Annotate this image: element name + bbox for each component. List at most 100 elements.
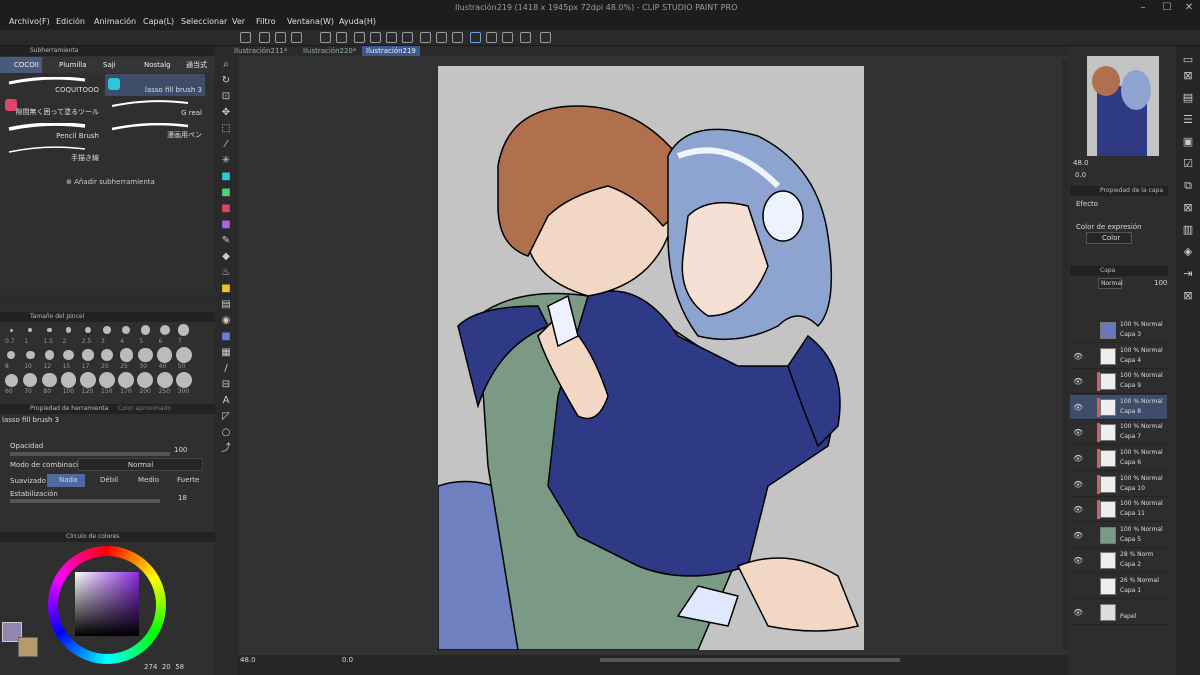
ruler-tool-icon[interactable]: ∕	[219, 362, 233, 376]
canvas-area[interactable]	[238, 56, 1068, 656]
menu-seleccionar[interactable]: Seleccionar	[181, 17, 227, 26]
sub-color-swatch[interactable]	[18, 637, 38, 657]
move-tool-icon[interactable]: ✥	[219, 106, 233, 120]
layer-row[interactable]: 👁 100 % Normal Capa 11	[1070, 497, 1167, 523]
eye-icon[interactable]: 👁	[1073, 608, 1083, 617]
brush-size-dot[interactable]	[159, 324, 170, 336]
brush-size-dot[interactable]	[103, 326, 111, 334]
eye-icon[interactable]: 👁	[1073, 556, 1083, 565]
document-icon[interactable]: ▤	[1180, 90, 1196, 106]
brush-tool-icon[interactable]: ✎	[219, 234, 233, 248]
menu-capa[interactable]: Capa(L)	[143, 17, 174, 26]
add-subtool-button[interactable]: ⊕ Añadir subherramienta	[66, 178, 155, 186]
fill-lasso-tool-icon[interactable]: ■	[219, 330, 233, 344]
layer-row[interactable]: 👁 100 % Normal Capa 5	[1070, 523, 1167, 548]
redo-icon[interactable]	[336, 32, 347, 43]
fill-icon[interactable]	[386, 32, 397, 43]
layer-search-icon[interactable]: ☑	[1180, 156, 1196, 172]
brush-pencil[interactable]: Pencil Brush	[2, 120, 102, 142]
menu-filtro[interactable]: Filtro	[256, 17, 276, 26]
smooth-nada-radio[interactable]: Nada	[47, 474, 85, 487]
assets-icon[interactable]: ◈	[1180, 244, 1196, 260]
layer-row[interactable]: 👁 100 % Normal Capa 10	[1070, 472, 1167, 497]
brush-g-real[interactable]: G real	[105, 97, 205, 119]
tablet-icon[interactable]	[520, 32, 531, 43]
lasso-fill-tool-icon[interactable]: ■	[219, 170, 233, 184]
brush-size-dot[interactable]	[138, 347, 153, 363]
eye-icon[interactable]: 👁	[1073, 454, 1083, 463]
smooth-medio-radio[interactable]: Medio	[128, 474, 166, 487]
tab-color-approx[interactable]: Color aproximado	[118, 405, 171, 412]
layer-row[interactable]: 👁 28 % Norm Capa 2	[1070, 548, 1167, 574]
crop-icon[interactable]	[420, 32, 431, 43]
brush-size-dot[interactable]	[100, 348, 114, 362]
brush-size-dot[interactable]	[47, 327, 52, 333]
brush-size-dot[interactable]	[23, 373, 38, 387]
expression-select[interactable]: Color	[1086, 232, 1132, 244]
brush-size-dot[interactable]	[9, 328, 13, 332]
hide-area-icon[interactable]	[452, 32, 463, 43]
saturation-square[interactable]	[75, 572, 139, 636]
brush-size-dot[interactable]	[42, 372, 57, 388]
eye-icon[interactable]: 👁	[1073, 531, 1083, 540]
brush-size-dot[interactable]	[44, 350, 55, 360]
correct-line-icon[interactable]: ○	[219, 426, 233, 440]
menu-ver[interactable]: Ver	[232, 17, 245, 26]
blend-select[interactable]: Normal	[78, 458, 203, 471]
pencil-tool-icon[interactable]: ■	[219, 218, 233, 232]
show-area-icon[interactable]	[436, 32, 447, 43]
menu-ayuda[interactable]: Ayuda(H)	[339, 17, 376, 26]
info-icon[interactable]: ⊠	[1180, 200, 1196, 216]
close-icon[interactable]: ⊠	[1180, 288, 1196, 304]
brush-size-dot[interactable]	[82, 349, 94, 361]
menu-edicion[interactable]: Edición	[56, 17, 85, 26]
menu-ventana[interactable]: Ventana(W)	[287, 17, 334, 26]
brush-size-dot[interactable]	[4, 373, 18, 387]
panel-icon[interactable]: ▭	[1180, 52, 1196, 68]
brush-size-dot[interactable]	[63, 349, 74, 361]
deselect-icon[interactable]	[354, 32, 365, 43]
brush-size-dot[interactable]	[28, 328, 33, 332]
smooth-fuerte-radio[interactable]: Fuerte	[167, 474, 205, 487]
snap-grid-icon[interactable]	[502, 32, 513, 43]
figure-tool-icon[interactable]: ⊟	[219, 378, 233, 392]
eye-icon[interactable]: 👁	[1073, 352, 1083, 361]
brush-manga-pen[interactable]: 漫画用ペン	[105, 120, 205, 142]
sequence-icon[interactable]: ▥	[1180, 222, 1196, 238]
close-icon[interactable]: ✕	[1182, 1, 1196, 15]
close-panel-icon[interactable]: ⊠	[1180, 68, 1196, 84]
stabilization-slider[interactable]	[10, 499, 160, 503]
rotate-tool-icon[interactable]: ↻	[219, 74, 233, 88]
brush-tegaki[interactable]: 手描き線	[2, 143, 102, 165]
brush-size-dot[interactable]	[119, 348, 133, 362]
airbrush-tool-icon[interactable]: ■	[219, 282, 233, 296]
export-icon[interactable]: ⇥	[1180, 266, 1196, 282]
clear-icon[interactable]	[370, 32, 381, 43]
layer-row[interactable]: 👁26 % NormalCapa 1	[1070, 574, 1167, 599]
save-icon[interactable]	[291, 32, 302, 43]
eye-icon[interactable]: 👁	[1073, 480, 1083, 489]
undo-icon[interactable]	[320, 32, 331, 43]
brush-size-dot[interactable]	[118, 372, 135, 388]
select-tool-icon[interactable]: ⬚	[219, 122, 233, 136]
brush-size-dot[interactable]	[99, 372, 115, 388]
frame-tool-icon[interactable]: ▦	[219, 346, 233, 360]
brush-size-dot[interactable]	[140, 325, 151, 335]
balloon-tool-icon[interactable]: ◸	[219, 410, 233, 424]
brush-size-dot[interactable]	[156, 372, 173, 388]
maximize-icon[interactable]: ☐	[1160, 1, 1174, 15]
minimize-icon[interactable]: –	[1136, 1, 1150, 15]
open-file-icon[interactable]	[275, 32, 286, 43]
brush-size-dot[interactable]	[175, 347, 192, 363]
brush-coquitooo[interactable]: COQUITOOO	[2, 74, 102, 96]
layer-row[interactable]: 👁 100 % Normal Capa 4	[1070, 344, 1167, 369]
ruler-snap-icon[interactable]	[470, 32, 481, 43]
tab-tool-property[interactable]: Propiedad de herramienta	[30, 405, 108, 412]
brush-size-dot[interactable]	[178, 324, 190, 336]
eye-icon[interactable]: 👁	[1073, 505, 1083, 514]
brush-size-dot[interactable]	[79, 372, 96, 388]
navigator-preview[interactable]	[1087, 56, 1159, 156]
layer-row[interactable]: 👁 100 % Normal Capa 9	[1070, 369, 1167, 395]
fill-tool-icon[interactable]: ■	[219, 202, 233, 216]
eye-icon[interactable]: 👁	[1073, 428, 1083, 437]
